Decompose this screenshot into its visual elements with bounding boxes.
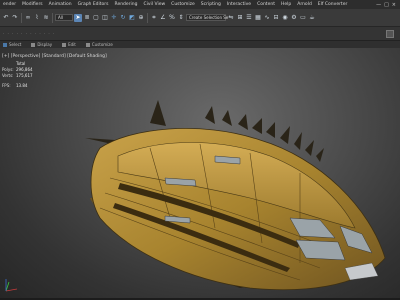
render-icon[interactable]: ☕ <box>308 14 316 22</box>
fps-value: 13.84 <box>16 83 28 88</box>
material-editor-icon[interactable]: ◉ <box>281 14 289 22</box>
menu-item-rendering[interactable]: Rendering <box>112 0 141 9</box>
viewport-stats: Total Polys: 296,864 Verts: 175,617 FPS: 13… <box>2 61 33 89</box>
layers-icon[interactable]: ☰ <box>245 14 253 22</box>
unlink-icon[interactable]: ⌇ <box>33 14 41 22</box>
tab-label: Select <box>9 42 22 47</box>
spinner-snap-icon[interactable]: ⇕ <box>177 14 185 22</box>
select-by-name-icon[interactable]: ≣ <box>83 14 91 22</box>
tab-edit[interactable]: Edit <box>62 42 76 47</box>
curve-editor-icon[interactable]: ∿ <box>263 14 271 22</box>
spaceship-model[interactable] <box>0 48 400 298</box>
menu-item-help[interactable]: Help <box>278 0 294 9</box>
move-icon[interactable]: ✛ <box>110 14 118 22</box>
tab-display[interactable]: Display <box>31 42 52 47</box>
named-selection-dropdown[interactable]: Create Selection Se <box>186 14 228 21</box>
menu-item-modifiers[interactable]: Modifiers <box>19 0 46 9</box>
stats-key: Verts: <box>2 73 14 78</box>
window-controls: — □ × <box>376 2 400 8</box>
rect-select-icon[interactable]: ▢ <box>92 14 100 22</box>
main-toolbar: ↶ ↷ ∞ ⌇ ≋ All ➤ ≣ ▢ ◫ ✛ ↻ ◩ ⊕ ⌗ ∠ % ⇕ Cr… <box>0 9 400 27</box>
menu-bar: ender Modifiers Animation Graph Editors … <box>0 0 400 9</box>
render-setup-icon[interactable]: ⚙ <box>290 14 298 22</box>
menu-item-animation[interactable]: Animation <box>46 0 75 9</box>
edit-tab-icon <box>62 42 67 47</box>
ribbon-panel: · · · · · · · · · · · · <box>0 27 400 41</box>
pivot-icon[interactable]: ⊕ <box>137 14 145 22</box>
stats-value: 175,617 <box>16 73 33 78</box>
graphite-icon[interactable]: ▦ <box>254 14 262 22</box>
select-icon[interactable]: ➤ <box>74 13 82 22</box>
customize-tab-icon <box>85 42 90 47</box>
percent-snap-icon[interactable]: % <box>168 14 176 22</box>
stats-row: Verts: 175,617 <box>2 73 33 79</box>
menu-item-customize[interactable]: Customize <box>168 0 198 9</box>
menu-item-civil-view[interactable]: Civil View <box>141 0 169 9</box>
axis-tripod-icon <box>5 279 18 292</box>
fps-row: FPS: 13.84 <box>2 83 33 89</box>
menu-item-graph-editors[interactable]: Graph Editors <box>75 0 112 9</box>
render-frame-icon[interactable]: ▭ <box>299 14 307 22</box>
scale-icon[interactable]: ◩ <box>128 14 136 22</box>
viewport-label[interactable]: [+] [Perspective] [Standard] [Default Sh… <box>2 54 107 59</box>
angle-snap-icon[interactable]: ∠ <box>159 14 167 22</box>
mirror-icon[interactable]: ⇋ <box>227 14 235 22</box>
bind-icon[interactable]: ≋ <box>42 14 50 22</box>
rotate-icon[interactable]: ↻ <box>119 14 127 22</box>
align-icon[interactable]: ⊞ <box>236 14 244 22</box>
tab-label: Edit <box>68 42 76 47</box>
perspective-viewport[interactable]: [+] [Perspective] [Standard] [Default Sh… <box>0 48 400 298</box>
menu-item-arnold[interactable]: Arnold <box>294 0 315 9</box>
snap-icon[interactable]: ⌗ <box>150 14 158 22</box>
undo-icon[interactable]: ↶ <box>2 14 10 22</box>
schematic-icon[interactable]: ⊟ <box>272 14 280 22</box>
toolbar-separator <box>21 12 22 23</box>
ribbon-grip-icon[interactable]: · · · · · · · · · · · · <box>0 31 55 36</box>
toolbar-separator <box>52 12 53 23</box>
fps-label: FPS: <box>2 83 11 88</box>
selection-filter-dropdown[interactable]: All <box>55 14 73 21</box>
tab-select[interactable]: Select <box>3 42 21 47</box>
maximize-icon[interactable]: □ <box>384 2 389 8</box>
display-tab-icon <box>31 42 36 47</box>
ribbon-minimize-button[interactable] <box>386 29 394 38</box>
toolbar-separator <box>147 12 148 23</box>
menu-item-scripting[interactable]: Scripting <box>198 0 224 9</box>
window-crossing-icon[interactable]: ◫ <box>101 14 109 22</box>
tab-label: Display <box>37 42 53 47</box>
tab-customize[interactable]: Customize <box>85 42 113 47</box>
menu-item-interactive[interactable]: Interactive <box>224 0 254 9</box>
scene-explorer-tabs: Select Display Edit Customize <box>0 41 400 48</box>
close-icon[interactable]: × <box>392 2 396 8</box>
minimize-icon[interactable]: — <box>376 2 381 8</box>
menu-item-elf-converter[interactable]: Elf Converter <box>315 0 351 9</box>
menu-item-render[interactable]: ender <box>0 0 19 9</box>
link-icon[interactable]: ∞ <box>24 14 32 22</box>
select-tab-icon <box>3 42 7 47</box>
tab-label: Customize <box>91 42 113 47</box>
menu-item-content[interactable]: Content <box>254 0 278 9</box>
redo-icon[interactable]: ↷ <box>11 14 19 22</box>
